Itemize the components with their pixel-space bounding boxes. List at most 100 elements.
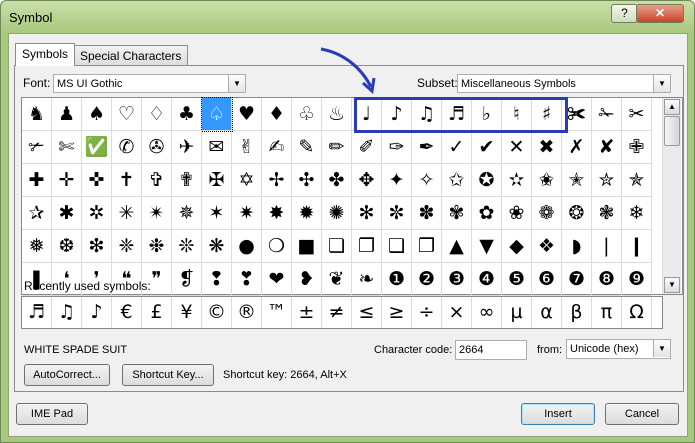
autocorrect-button[interactable]: AutoCorrect... bbox=[24, 364, 110, 386]
symbol-cell[interactable]: ♦ bbox=[262, 98, 292, 131]
symbol-cell[interactable]: ❼ bbox=[562, 263, 592, 296]
symbol-cell[interactable]: ❥ bbox=[292, 263, 322, 296]
symbol-cell[interactable]: ♟ bbox=[52, 98, 82, 131]
recent-symbol-cell[interactable]: ♫ bbox=[52, 297, 82, 328]
recent-symbol-cell[interactable]: € bbox=[112, 297, 142, 328]
symbol-cell[interactable]: ♩ bbox=[352, 98, 382, 131]
symbol-cell[interactable]: ✆ bbox=[112, 131, 142, 164]
symbol-cell[interactable]: ♧ bbox=[292, 98, 322, 131]
symbol-cell[interactable]: ❏ bbox=[322, 230, 352, 263]
subset-select[interactable]: Miscellaneous Symbols ▼ bbox=[457, 74, 671, 93]
recent-symbol-cell[interactable]: β bbox=[562, 297, 592, 328]
symbol-cell[interactable]: ▼ bbox=[472, 230, 502, 263]
symbol-cell[interactable]: ❖ bbox=[532, 230, 562, 263]
symbol-cell[interactable]: ✽ bbox=[412, 197, 442, 230]
symbol-cell[interactable]: ♫ bbox=[412, 98, 442, 131]
symbol-cell[interactable]: ✓ bbox=[442, 131, 472, 164]
symbol-cell[interactable]: ✃ bbox=[22, 131, 52, 164]
symbol-cell[interactable]: ✷ bbox=[232, 197, 262, 230]
symbol-cell[interactable]: ❒ bbox=[412, 230, 442, 263]
symbol-cell[interactable]: ♢ bbox=[142, 98, 172, 131]
symbol-cell[interactable]: ✁ bbox=[592, 98, 622, 131]
symbol-cell[interactable]: ✦ bbox=[382, 164, 412, 197]
symbol-cell[interactable]: ✥ bbox=[352, 164, 382, 197]
ime-pad-button[interactable]: IME Pad bbox=[16, 403, 88, 425]
symbol-cell[interactable]: ❍ bbox=[262, 230, 292, 263]
tab-symbols[interactable]: Symbols bbox=[15, 43, 76, 66]
chevron-down-icon[interactable]: ▼ bbox=[228, 75, 245, 92]
scroll-down-icon[interactable]: ▼ bbox=[664, 277, 680, 293]
symbol-cell[interactable]: ✭ bbox=[562, 164, 592, 197]
symbol-cell[interactable]: ✏ bbox=[322, 131, 352, 164]
symbol-cell[interactable]: ■ bbox=[292, 230, 322, 263]
symbol-cell[interactable]: ✩ bbox=[442, 164, 472, 197]
symbol-cell[interactable]: ✈ bbox=[172, 131, 202, 164]
symbol-cell[interactable]: ✝ bbox=[112, 164, 142, 197]
symbol-cell[interactable]: ❺ bbox=[502, 263, 532, 296]
symbol-cell[interactable]: ✖ bbox=[532, 131, 562, 164]
symbol-cell[interactable]: ✤ bbox=[322, 164, 352, 197]
symbol-cell[interactable]: ✔ bbox=[472, 131, 502, 164]
symbol-cell[interactable]: ✿ bbox=[472, 197, 502, 230]
symbol-cell[interactable]: ✲ bbox=[82, 197, 112, 230]
symbol-cell[interactable]: ✐ bbox=[352, 131, 382, 164]
recent-symbol-cell[interactable]: ¥ bbox=[172, 297, 202, 328]
symbol-cell[interactable]: ✟ bbox=[172, 164, 202, 197]
symbol-cell[interactable]: ✀ bbox=[562, 98, 592, 131]
symbol-cell[interactable]: ✣ bbox=[292, 164, 322, 197]
insert-button[interactable]: Insert bbox=[521, 403, 595, 425]
symbol-cell[interactable]: ❙ bbox=[622, 230, 652, 263]
symbol-cell[interactable]: ❑ bbox=[382, 230, 412, 263]
recent-symbol-cell[interactable]: ≠ bbox=[322, 297, 352, 328]
symbol-cell[interactable]: ♥ bbox=[232, 98, 262, 131]
symbol-cell[interactable]: ♞ bbox=[22, 98, 52, 131]
symbol-cell[interactable]: ♡ bbox=[112, 98, 142, 131]
symbol-cell[interactable]: ◆ bbox=[502, 230, 532, 263]
symbol-cell[interactable]: ❘ bbox=[592, 230, 622, 263]
symbol-cell[interactable]: ✫ bbox=[502, 164, 532, 197]
symbol-cell[interactable]: ✯ bbox=[622, 164, 652, 197]
symbol-cell[interactable]: ❸ bbox=[442, 263, 472, 296]
symbol-cell[interactable]: ❅ bbox=[22, 230, 52, 263]
symbol-cell[interactable]: ❀ bbox=[502, 197, 532, 230]
symbol-cell[interactable]: ❉ bbox=[142, 230, 172, 263]
symbol-cell[interactable]: ❽ bbox=[592, 263, 622, 296]
symbol-cell[interactable]: ❶ bbox=[382, 263, 412, 296]
symbol-cell[interactable]: ❷ bbox=[412, 263, 442, 296]
symbol-cell[interactable]: ❇ bbox=[82, 230, 112, 263]
recent-symbol-cell[interactable]: α bbox=[532, 297, 562, 328]
symbol-cell[interactable]: ✪ bbox=[472, 164, 502, 197]
recent-symbol-cell[interactable]: ÷ bbox=[412, 297, 442, 328]
symbol-cell[interactable]: ✸ bbox=[262, 197, 292, 230]
symbol-cell[interactable]: ♠ bbox=[82, 98, 112, 131]
symbol-cell[interactable]: ✠ bbox=[202, 164, 232, 197]
chevron-down-icon[interactable]: ▼ bbox=[653, 75, 670, 92]
symbol-cell[interactable]: ✜ bbox=[82, 164, 112, 197]
symbol-cell[interactable]: ♤ bbox=[201, 97, 233, 132]
symbol-cell[interactable]: ❋ bbox=[202, 230, 232, 263]
symbol-cell[interactable]: ✺ bbox=[322, 197, 352, 230]
symbol-cell[interactable]: ✡ bbox=[232, 164, 262, 197]
symbol-cell[interactable]: ● bbox=[232, 230, 262, 263]
symbol-cell[interactable]: ✙ bbox=[622, 131, 652, 164]
symbol-cell[interactable]: ✌ bbox=[232, 131, 262, 164]
recent-symbol-cell[interactable]: ♬ bbox=[22, 297, 52, 328]
symbol-cell[interactable]: ❂ bbox=[562, 197, 592, 230]
symbol-cell[interactable]: ✳ bbox=[112, 197, 142, 230]
symbol-cell[interactable]: ❤ bbox=[262, 263, 292, 296]
recent-symbol-cell[interactable]: ≥ bbox=[382, 297, 412, 328]
scroll-thumb[interactable] bbox=[664, 116, 680, 146]
symbol-cell[interactable]: ♪ bbox=[382, 98, 412, 131]
symbol-cell[interactable]: ✍ bbox=[262, 131, 292, 164]
symbol-cell[interactable]: ✼ bbox=[382, 197, 412, 230]
scroll-up-icon[interactable]: ▲ bbox=[664, 99, 680, 115]
cancel-button[interactable]: Cancel bbox=[605, 403, 679, 425]
symbol-cell[interactable]: ✒ bbox=[412, 131, 442, 164]
symbol-cell[interactable]: ♯ bbox=[532, 98, 562, 131]
symbol-cell[interactable]: ✢ bbox=[262, 164, 292, 197]
symbol-cell[interactable]: ❡ bbox=[172, 263, 202, 296]
symbol-cell[interactable]: ❁ bbox=[532, 197, 562, 230]
shortcut-key-button[interactable]: Shortcut Key... bbox=[122, 364, 214, 386]
symbol-cell[interactable]: ✕ bbox=[502, 131, 532, 164]
symbol-cell[interactable]: ✚ bbox=[22, 164, 52, 197]
